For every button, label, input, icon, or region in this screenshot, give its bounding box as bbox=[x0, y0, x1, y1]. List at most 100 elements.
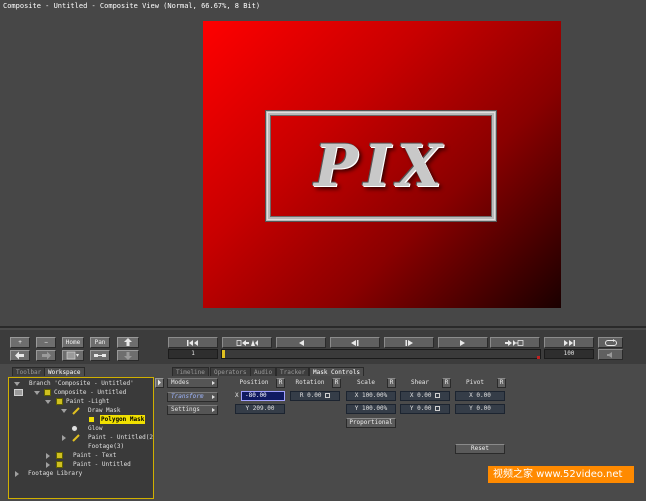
tab-mask-controls[interactable]: Mask Controls bbox=[309, 367, 364, 376]
link-button[interactable] bbox=[90, 350, 110, 361]
zoom-in-button[interactable]: + bbox=[10, 337, 30, 348]
arrow-up-icon bbox=[124, 338, 132, 346]
keyframe-checkbox-icon[interactable] bbox=[435, 406, 441, 411]
home-button[interactable]: Home bbox=[62, 337, 84, 348]
go-to-start-button[interactable] bbox=[168, 337, 218, 348]
shear-x-input[interactable]: X 0.00 bbox=[400, 391, 450, 401]
proportional-button[interactable]: Proportional bbox=[346, 418, 396, 428]
panel-scroll-button[interactable] bbox=[155, 378, 164, 388]
pivot-header: Pivot bbox=[465, 379, 485, 386]
end-frame-field[interactable]: 100 bbox=[544, 349, 594, 359]
tree-item[interactable]: Paint - Text bbox=[9, 451, 153, 460]
keyframe-checkbox-icon[interactable] bbox=[435, 393, 441, 398]
collapse-arrow-icon[interactable] bbox=[15, 471, 19, 477]
step-forward-icon bbox=[405, 340, 413, 346]
collapse-arrow-icon[interactable] bbox=[46, 453, 50, 459]
timeline-end-marker bbox=[537, 356, 540, 359]
tree-item[interactable]: Paint -Light bbox=[9, 397, 153, 406]
mask-icon bbox=[72, 407, 80, 415]
current-frame-field[interactable]: 1 bbox=[168, 349, 218, 359]
play-button[interactable] bbox=[438, 337, 488, 348]
color-swatch-button[interactable] bbox=[62, 350, 84, 361]
next-key-button[interactable] bbox=[490, 337, 540, 348]
loop-button[interactable] bbox=[598, 337, 623, 348]
transform-button[interactable]: Transform bbox=[167, 392, 218, 402]
collapse-arrow-icon[interactable] bbox=[46, 462, 50, 468]
loop-icon bbox=[604, 339, 617, 346]
tab-workspace[interactable]: Workspace bbox=[44, 367, 85, 376]
toggle-box-icon[interactable] bbox=[14, 389, 23, 396]
tab-timeline[interactable]: Timeline bbox=[172, 367, 209, 376]
prev-key-button[interactable] bbox=[222, 337, 272, 348]
play-reverse-button[interactable] bbox=[276, 337, 326, 348]
position-y-input[interactable]: Y 209.00 bbox=[235, 404, 285, 414]
upload-button[interactable] bbox=[117, 337, 139, 348]
timeline-range bbox=[222, 350, 540, 358]
skip-start-icon bbox=[187, 340, 198, 346]
keyframe-checkbox-icon[interactable] bbox=[325, 393, 331, 398]
step-back-button[interactable] bbox=[330, 337, 380, 348]
pivot-y-input[interactable]: Y 0.00 bbox=[455, 404, 505, 414]
pan-button[interactable]: Pan bbox=[90, 337, 110, 348]
transport-controls: + − Home Pan 1 100 bbox=[0, 330, 646, 364]
pivot-x-input[interactable]: X 0.00 bbox=[455, 391, 505, 401]
position-x-input[interactable]: -80.00 bbox=[241, 391, 285, 401]
tab-operators[interactable]: Operators bbox=[210, 367, 251, 376]
timeline-scrubber[interactable] bbox=[221, 349, 541, 359]
step-forward-button[interactable] bbox=[384, 337, 434, 348]
go-to-end-button[interactable] bbox=[544, 337, 594, 348]
skip-end-icon bbox=[564, 340, 575, 346]
rotation-reset-button[interactable]: R bbox=[332, 378, 341, 388]
forward-button[interactable] bbox=[36, 350, 56, 361]
tree-item[interactable]: Glow bbox=[9, 424, 153, 433]
workspace-tree[interactable]: Branch 'Composite - Untitled' Composite … bbox=[8, 377, 154, 499]
expand-arrow-icon[interactable] bbox=[34, 391, 40, 395]
rotation-header: Rotation bbox=[295, 379, 325, 386]
expand-arrow-icon[interactable] bbox=[45, 400, 51, 404]
step-back-icon bbox=[351, 340, 359, 346]
chevron-right-icon bbox=[212, 381, 215, 385]
composite-icon bbox=[44, 389, 51, 396]
arrow-left-icon bbox=[15, 351, 24, 360]
tab-tracker[interactable]: Tracker bbox=[276, 367, 310, 376]
composite-canvas[interactable]: PIX bbox=[203, 21, 561, 308]
tree-item[interactable]: Draw Mask bbox=[9, 406, 153, 415]
tab-toolbar[interactable]: Toolbar bbox=[12, 367, 46, 376]
paint-icon bbox=[56, 452, 63, 459]
rotation-input[interactable]: R 0.00 bbox=[290, 391, 340, 401]
tree-item[interactable]: Footage(3) bbox=[9, 442, 153, 451]
shear-y-input[interactable]: Y 0.00 bbox=[400, 404, 450, 414]
audio-button[interactable] bbox=[598, 349, 623, 360]
tree-item-selected[interactable]: Polygon Mask bbox=[9, 415, 153, 424]
modes-button[interactable]: Modes bbox=[167, 378, 218, 388]
back-button[interactable] bbox=[10, 350, 30, 361]
tab-audio[interactable]: Audio bbox=[250, 367, 277, 376]
tree-item[interactable]: Paint - Untitled(2) bbox=[9, 433, 153, 442]
reset-button[interactable]: Reset bbox=[455, 444, 505, 454]
composite-viewer[interactable]: Composite - Untitled - Composite View (N… bbox=[0, 0, 646, 328]
tree-item[interactable]: Paint - Untitled bbox=[9, 460, 153, 469]
scale-y-input[interactable]: Y 100.00% bbox=[346, 404, 396, 414]
zoom-out-button[interactable]: − bbox=[36, 337, 56, 348]
timeline-playhead[interactable] bbox=[222, 350, 225, 358]
tree-item[interactable]: Composite - Untitled bbox=[9, 388, 153, 397]
arrow-right-icon bbox=[42, 351, 51, 360]
viewer-title: Composite - Untitled - Composite View (N… bbox=[3, 2, 261, 10]
chevron-right-icon bbox=[212, 408, 215, 412]
glow-icon bbox=[71, 425, 78, 432]
scale-header: Scale bbox=[356, 379, 376, 386]
speaker-icon bbox=[606, 352, 612, 358]
settings-button[interactable]: Settings bbox=[167, 405, 218, 415]
download-button[interactable] bbox=[117, 350, 139, 361]
tree-item[interactable]: Footage Library bbox=[9, 469, 153, 478]
scale-x-input[interactable]: X 100.00% bbox=[346, 391, 396, 401]
expand-arrow-icon[interactable] bbox=[14, 382, 20, 386]
shear-reset-button[interactable]: R bbox=[442, 378, 451, 388]
expand-arrow-icon[interactable] bbox=[61, 409, 67, 413]
tree-item[interactable]: Branch 'Composite - Untitled' bbox=[9, 379, 153, 388]
next-key-icon bbox=[505, 340, 524, 346]
position-reset-button[interactable]: R bbox=[276, 378, 285, 388]
scale-reset-button[interactable]: R bbox=[387, 378, 396, 388]
pivot-reset-button[interactable]: R bbox=[497, 378, 506, 388]
collapse-arrow-icon[interactable] bbox=[62, 435, 66, 441]
